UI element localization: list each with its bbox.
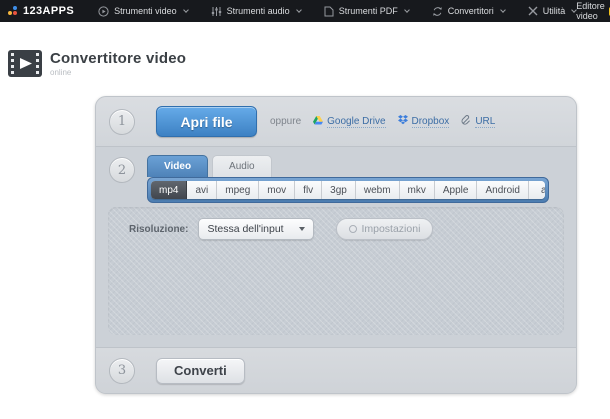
chevron-down-icon (404, 7, 410, 13)
video-editor-link[interactable]: Editore video NEW (576, 1, 610, 21)
step3-row: 3 Converti (96, 347, 576, 393)
google-drive-icon (313, 116, 323, 128)
format-mp4[interactable]: mp4 (151, 181, 187, 199)
format-bar: mp4 avi mpeg mov flv 3gp webm mkv Apple … (147, 177, 549, 203)
chevron-down-icon (500, 7, 506, 13)
tab-video[interactable]: Video (147, 155, 208, 177)
step2-section: 2 Video Audio mp4 avi mpeg mov flv 3gp w… (96, 147, 576, 347)
dropbox-link[interactable]: Dropbox (398, 115, 450, 128)
navbar-right: Editore video NEW Blog Accedi (576, 1, 610, 21)
format-apple[interactable]: Apple (435, 181, 478, 199)
nav-item-label: Utilità (543, 6, 566, 16)
step2-number: 2 (109, 157, 135, 183)
format-altro[interactable]: altro (529, 181, 545, 199)
utilities-icon (528, 6, 538, 16)
nav-video-tools[interactable]: Strumenti video (98, 6, 188, 17)
logo[interactable]: 123APPS (8, 5, 74, 17)
step1-number: 1 (109, 109, 135, 135)
nav-item-label: Strumenti video (114, 6, 177, 16)
gear-icon (349, 225, 357, 233)
format-segments: mp4 avi mpeg mov flv 3gp webm mkv Apple … (151, 181, 545, 199)
resolution-label: Risoluzione: (129, 224, 188, 235)
format-3gp[interactable]: 3gp (322, 181, 356, 199)
convert-button[interactable]: Converti (156, 358, 245, 384)
pdf-tools-icon (324, 6, 334, 17)
step1-row: 1 Apri file oppure Google Drive Dropbox (96, 97, 576, 147)
converters-icon (432, 6, 443, 17)
page-title: Convertitore video (50, 50, 186, 67)
logo-dots-icon (8, 6, 18, 16)
format-flv[interactable]: flv (295, 181, 322, 199)
resolution-row: Risoluzione: Stessa dell'input Impostazi… (108, 207, 564, 240)
or-text: oppure (270, 116, 301, 127)
tab-audio[interactable]: Audio (212, 155, 272, 177)
nav-audio-tools[interactable]: Strumenti audio (211, 6, 301, 17)
main-menu: Strumenti video Strumenti audio Strument… (98, 6, 576, 17)
url-link[interactable]: URL (461, 115, 495, 128)
chevron-down-icon (296, 7, 302, 13)
nav-utilities[interactable]: Utilità (528, 6, 577, 17)
settings-label: Impostazioni (361, 223, 420, 235)
format-webm[interactable]: webm (356, 181, 400, 199)
url-label: URL (475, 116, 495, 128)
resolution-select[interactable]: Stessa dell'input (198, 218, 314, 240)
resolution-value: Stessa dell'input (207, 223, 283, 235)
page-header: Convertitore video online (8, 50, 610, 82)
page-subtitle: online (50, 68, 186, 77)
format-mov[interactable]: mov (259, 181, 295, 199)
nav-item-label: Convertitori (448, 6, 494, 16)
nav-item-label: Strumenti audio (227, 6, 290, 16)
format-mkv[interactable]: mkv (400, 181, 435, 199)
paperclip-icon (461, 115, 471, 128)
dropbox-icon (398, 115, 408, 128)
nav-item-label: Strumenti PDF (339, 6, 398, 16)
video-converter-icon (8, 50, 42, 82)
settings-button[interactable]: Impostazioni (336, 218, 433, 240)
logo-text: 123APPS (23, 5, 74, 17)
format-android[interactable]: Android (477, 181, 528, 199)
format-mpeg[interactable]: mpeg (217, 181, 259, 199)
converter-panel: 1 Apri file oppure Google Drive Dropbox (95, 96, 577, 394)
google-drive-label: Google Drive (327, 116, 385, 128)
title-block: Convertitore video online (50, 50, 186, 82)
dropbox-label: Dropbox (412, 116, 450, 128)
open-file-button[interactable]: Apri file (156, 106, 257, 137)
format-avi[interactable]: avi (187, 181, 217, 199)
video-editor-label: Editore video (576, 1, 605, 21)
select-arrow-icon (299, 227, 305, 231)
media-tabs: Video Audio (147, 155, 564, 177)
step3-number: 3 (109, 358, 135, 384)
options-area: Risoluzione: Stessa dell'input Impostazi… (108, 207, 564, 335)
video-tools-icon (98, 6, 109, 17)
audio-tools-icon (211, 6, 222, 17)
nav-converters[interactable]: Convertitori (432, 6, 505, 17)
nav-pdf-tools[interactable]: Strumenti PDF (324, 6, 409, 17)
chevron-down-icon (183, 7, 189, 13)
top-navbar: 123APPS Strumenti video Strumenti audio … (0, 0, 610, 22)
google-drive-link[interactable]: Google Drive (313, 116, 385, 128)
